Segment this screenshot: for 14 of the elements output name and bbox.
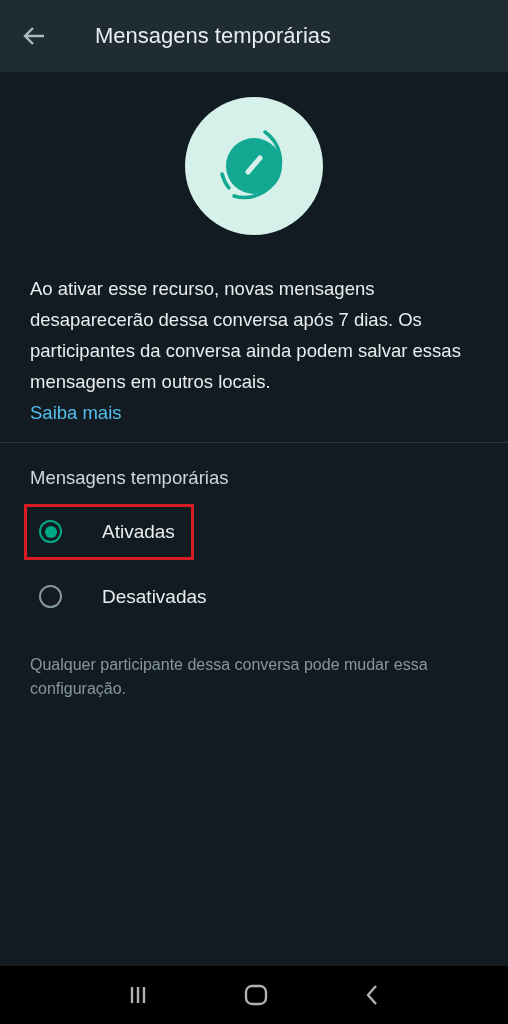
timer-icon xyxy=(185,97,323,235)
learn-more-link[interactable]: Saiba mais xyxy=(30,397,122,428)
recent-apps-icon[interactable] xyxy=(128,985,147,1005)
footnote-text: Qualquer participante dessa conversa pode mudar essa configuração. xyxy=(30,655,429,699)
radio-button[interactable] xyxy=(39,520,62,543)
highlighted-radio-option[interactable]: Ativadas xyxy=(24,503,194,560)
back-arrow-icon xyxy=(23,26,45,46)
home-icon[interactable] xyxy=(244,984,268,1006)
section-title: Mensagens temporárias xyxy=(30,467,230,489)
radio-button[interactable] xyxy=(39,585,62,608)
screen-title: Mensagens temporárias xyxy=(95,23,331,49)
radio-option[interactable]: Desativadas xyxy=(24,568,226,625)
description-text: Ao ativar esse recurso, novas mensagens desaparecerão dessa conversa após 7 dias. Os participantes da conversa ainda podem salvar essas mensagens em outros locais. xyxy=(30,277,462,394)
back-icon[interactable] xyxy=(365,984,380,1006)
